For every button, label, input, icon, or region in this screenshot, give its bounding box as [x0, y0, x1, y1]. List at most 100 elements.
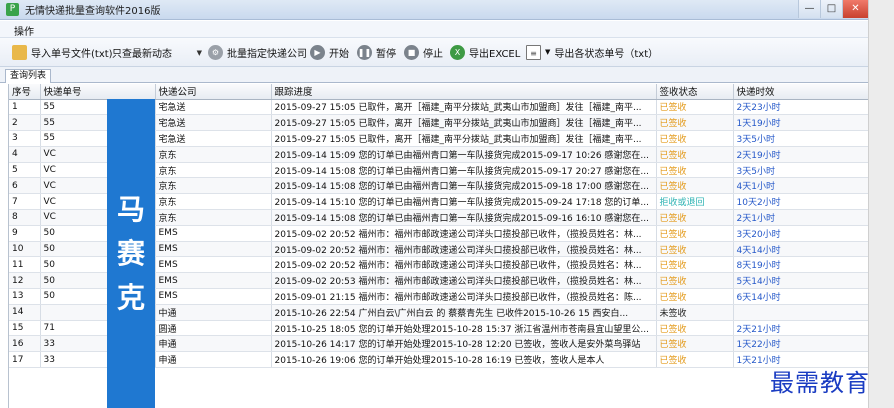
column-header-company[interactable]: 快递公司 [155, 84, 272, 100]
tracking-progress-cell: 2015-09-14 15:09 您的订单已由福州青口第一车队接货完成2015-… [271, 146, 657, 163]
row-no-cell: 9 [9, 225, 41, 242]
title-bar: P 无情快递批量查询软件2016版 — □ ✕ [0, 0, 868, 20]
row-no-cell: 6 [9, 177, 41, 195]
delivery-duration-cell: 2天21小时 [733, 320, 868, 337]
overlay-char: 克 [116, 280, 145, 314]
tracking-progress-cell: 2015-09-02 20:52 福州市：福州市邮政速递公司洋头口揽投部已收件，… [271, 256, 657, 274]
courier-company-cell: 京东 [155, 193, 272, 211]
sign-status-cell: 已签收 [656, 225, 734, 242]
sign-status-cell: 已签收 [656, 256, 734, 274]
tracking-progress-cell: 2015-09-27 15:05 已取件，离开［福建_南平分拨站_武夷山市加盟商… [271, 130, 657, 147]
delivery-duration-cell: 5天14小时 [733, 272, 868, 290]
courier-company-cell: 宅急送 [155, 99, 272, 116]
sign-status-cell: 已签收 [656, 114, 734, 132]
mosaic-overlay: 马 赛 克 [107, 99, 155, 408]
window-controls: — □ ✕ [798, 0, 868, 20]
column-header-tracking[interactable]: 快递单号 [40, 84, 156, 100]
column-header-duration[interactable]: 快递时效 [733, 84, 868, 100]
courier-company-cell: 京东 [155, 177, 272, 195]
row-no-cell: 14 [9, 304, 41, 321]
import-button[interactable]: 导入单号文件(txt) [12, 43, 113, 61]
stop-button[interactable]: ■ 停止 [404, 43, 443, 61]
courier-company-cell: 申通 [155, 351, 272, 369]
courier-company-cell: 京东 [155, 162, 272, 179]
row-no-cell: 11 [9, 256, 41, 274]
row-no-cell: 17 [9, 351, 41, 369]
delivery-duration-cell: 1天19小时 [733, 114, 868, 132]
tracking-progress-cell: 2015-09-27 15:05 已取件，离开［福建_南平分拨站_武夷山市加盟商… [271, 99, 657, 116]
play-icon: ▶ [310, 44, 325, 60]
window-title: 无情快递批量查询软件2016版 [25, 6, 161, 17]
menu-operate[interactable]: 操作 [14, 23, 34, 38]
column-header-progress[interactable]: 跟踪进度 [271, 84, 657, 100]
tracking-progress-cell: 2015-09-02 20:52 福州市：福州市邮政速递公司洋头口揽投部已收件，… [271, 241, 657, 258]
export-excel-button[interactable]: X 导出EXCEL [450, 43, 520, 61]
courier-company-cell: EMS [155, 225, 272, 242]
courier-company-cell: 京东 [155, 209, 272, 226]
sign-status-cell: 已签收 [656, 130, 734, 147]
vertical-scrollbar[interactable] [868, 0, 894, 408]
maximize-button[interactable]: □ [820, 0, 842, 18]
tracking-progress-cell: 2015-09-14 15:08 您的订单已由福州青口第一车队接货完成2015-… [271, 209, 657, 226]
sign-status-cell: 已签收 [656, 146, 734, 163]
stop-label: 停止 [423, 48, 443, 60]
chevron-down-icon: ▼ [545, 48, 551, 56]
courier-company-cell: 申通 [155, 335, 272, 353]
column-header-no[interactable]: 序号 [9, 84, 41, 100]
courier-company-cell: 宅急送 [155, 130, 272, 147]
sign-status-cell: 已签收 [656, 162, 734, 179]
minimize-button[interactable]: — [798, 0, 820, 18]
toolbar: 导入单号文件(txt) 只查最新动态 ▼ ⚙ 批量指定快递公司 ▶ 开始 ❚❚ … [0, 38, 868, 67]
column-header-status[interactable]: 签收状态 [656, 84, 734, 100]
overlay-char: 赛 [116, 236, 145, 270]
row-no-cell: 16 [9, 335, 41, 353]
delivery-duration-cell: 2天1小时 [733, 209, 868, 226]
courier-company-cell: 宅急送 [155, 114, 272, 132]
start-button[interactable]: ▶ 开始 [310, 43, 349, 61]
row-no-cell: 3 [9, 130, 41, 147]
sign-status-cell: 拒收或退回 [656, 193, 734, 211]
tracking-progress-cell: 2015-09-02 20:53 福州市：福州市邮政速递公司洋头口揽投部已收件，… [271, 272, 657, 290]
sign-status-cell: 已签收 [656, 351, 734, 369]
delivery-duration-cell: 4天1小时 [733, 177, 868, 195]
delivery-duration-cell: 1天22小时 [733, 335, 868, 353]
document-icon: ≡ [526, 44, 541, 60]
row-no-cell: 12 [9, 272, 41, 290]
courier-company-cell: EMS [155, 256, 272, 274]
tab-strip: 查询列表 [0, 67, 868, 83]
courier-company-cell: 京东 [155, 146, 272, 163]
pause-button[interactable]: ❚❚ 暂停 [357, 43, 396, 61]
delivery-duration-cell [733, 304, 868, 321]
tab-query-list[interactable]: 查询列表 [5, 69, 52, 83]
batch-courier-button[interactable]: ⚙ 批量指定快递公司 [208, 43, 307, 61]
folder-icon [12, 44, 27, 60]
close-button[interactable]: ✕ [842, 0, 868, 18]
row-no-cell: 1 [9, 99, 41, 116]
tracking-progress-cell: 2015-09-14 15:10 您的订单已由福州青口第一车队接货完成2015-… [271, 193, 657, 211]
start-label: 开始 [329, 48, 349, 60]
row-no-cell: 5 [9, 162, 41, 179]
row-no-cell: 10 [9, 241, 41, 258]
tracking-progress-cell: 2015-10-26 14:17 您的订单开始处理2015-10-28 12:2… [271, 335, 657, 353]
filter-select[interactable]: 只查最新动态 ▼ [110, 45, 204, 61]
row-no-cell: 4 [9, 146, 41, 163]
row-no-cell: 15 [9, 320, 41, 337]
excel-icon: X [450, 44, 465, 60]
export-status-label: 导出各状态单号（txt） [554, 48, 659, 60]
row-no-cell: 8 [9, 209, 41, 226]
delivery-duration-cell: 10天2小时 [733, 193, 868, 211]
sign-status-cell: 已签收 [656, 99, 734, 116]
tracking-progress-cell: 2015-09-14 15:08 您的订单已由福州青口第一车队接货完成2015-… [271, 177, 657, 195]
app-icon: P [6, 3, 19, 16]
watermark-text: 最需教育 [770, 369, 870, 397]
chevron-down-icon: ▼ [196, 48, 202, 57]
tracking-progress-cell: 2015-10-26 19:06 您的订单开始处理2015-10-28 16:1… [271, 351, 657, 369]
sign-status-cell: 已签收 [656, 272, 734, 290]
overlay-char: 马 [116, 192, 145, 226]
courier-company-cell: EMS [155, 272, 272, 290]
tracking-progress-cell: 2015-09-02 20:52 福州市：福州市邮政速递公司洋头口揽投部已收件，… [271, 225, 657, 242]
courier-company-cell: EMS [155, 241, 272, 258]
row-no-cell: 13 [9, 288, 41, 305]
export-status-button[interactable]: ≡ ▼ 导出各状态单号（txt） [526, 43, 658, 61]
batch-courier-label: 批量指定快递公司 [227, 48, 307, 60]
